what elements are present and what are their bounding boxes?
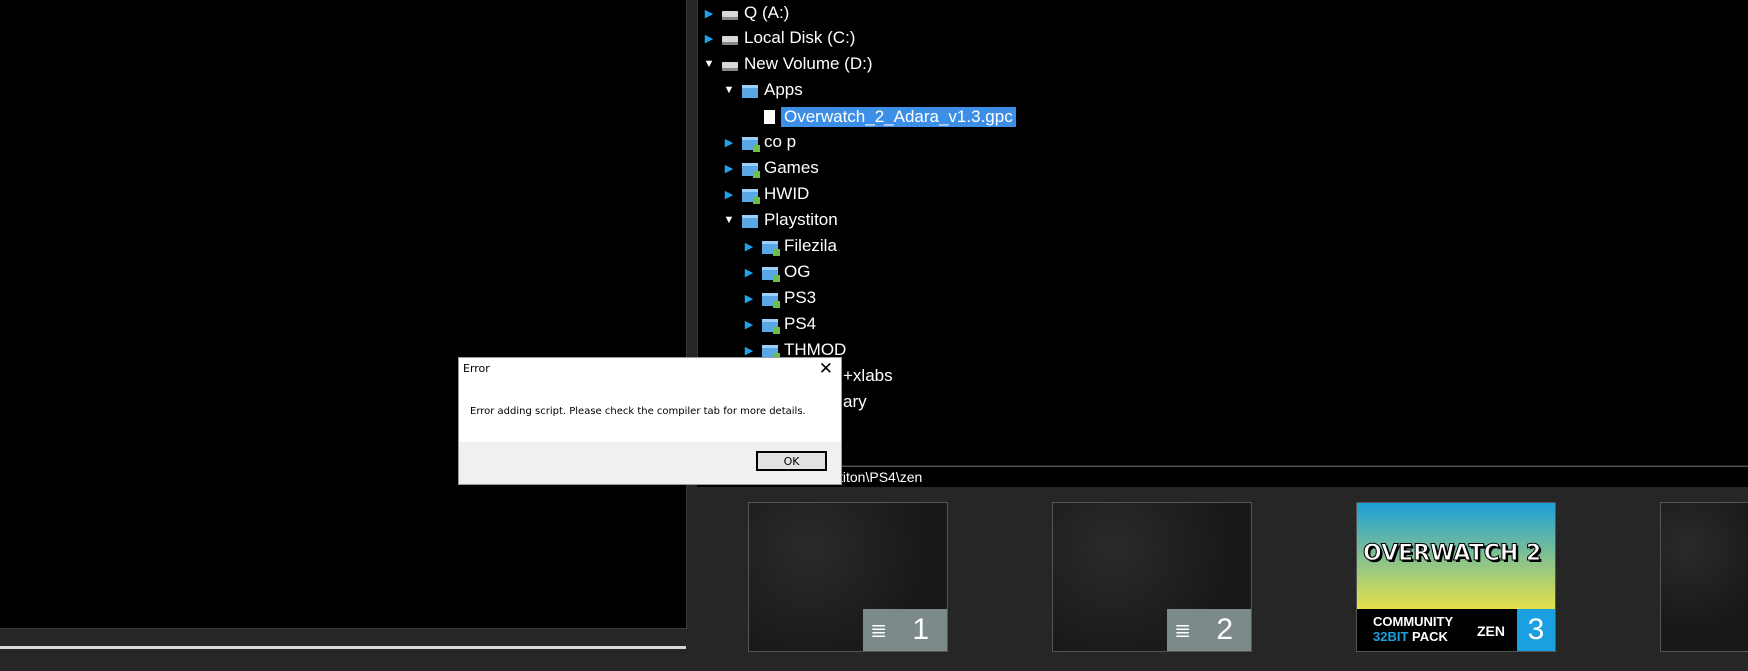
horizontal-scrollbar[interactable]: [0, 646, 686, 649]
error-message: Error adding script. Please check the co…: [470, 406, 806, 417]
tree-folder-label: Filezila: [784, 236, 837, 255]
tree-folder-library[interactable]: ary: [843, 390, 867, 414]
expand-arrow-icon[interactable]: ▶: [742, 318, 756, 331]
pack-label-text: PACK: [1412, 629, 1448, 644]
path-text: stiton\PS4\zen: [832, 469, 923, 485]
tree-folder-playstiton[interactable]: ▼ Playstiton: [722, 208, 838, 232]
overwatch-cover-art: OVERWATCH 2: [1357, 503, 1555, 609]
slot-3[interactable]: OVERWATCH 2 COMMUNITY 32BIT PACK ZEN 3: [1356, 502, 1556, 652]
pack-bit-label: 32BIT: [1373, 629, 1409, 644]
tree-drive-d[interactable]: ▼ New Volume (D:): [702, 52, 873, 76]
expand-arrow-icon[interactable]: ▶: [702, 32, 716, 45]
zen-logo: ZEN: [1477, 623, 1505, 639]
collapse-arrow-icon[interactable]: ▼: [722, 84, 736, 96]
folder-icon: [742, 188, 760, 204]
tree-drive-label: New Volume (D:): [744, 54, 873, 73]
tree-folder-ps3[interactable]: ▶ PS3: [742, 286, 816, 310]
slot-number: 2: [1216, 613, 1234, 646]
tree-folder-label: ary: [843, 392, 867, 411]
script-lines-icon: ≣: [1174, 619, 1192, 642]
expand-arrow-icon[interactable]: ▶: [742, 266, 756, 279]
expand-arrow-icon[interactable]: ▶: [702, 7, 716, 20]
pack-label: COMMUNITY 32BIT PACK: [1373, 614, 1453, 644]
dialog-footer: OK: [459, 442, 841, 484]
slot-2[interactable]: ≣ 2: [1052, 502, 1252, 652]
folder-icon: [762, 240, 780, 256]
tree-folder-label: +xlabs: [843, 366, 893, 385]
tree-file-selected[interactable]: Overwatch_2_Adara_v1.3.gpc: [762, 105, 1016, 129]
folder-icon: [762, 292, 780, 308]
tree-drive-c[interactable]: ▶ Local Disk (C:): [702, 26, 856, 50]
expand-arrow-icon[interactable]: ▶: [742, 344, 756, 357]
folder-icon: [762, 318, 780, 334]
tree-folder-games[interactable]: ▶ Games: [722, 156, 819, 180]
tree-folder-label: Apps: [764, 80, 803, 99]
path-bar: stiton\PS4\zen: [697, 466, 1748, 487]
script-lines-icon: ≣: [870, 619, 888, 642]
drive-icon: [722, 62, 738, 71]
folder-icon: [742, 214, 758, 228]
cover-title: OVERWATCH 2: [1362, 541, 1542, 567]
slot-number: 3: [1517, 609, 1555, 651]
folder-icon: [762, 266, 780, 282]
expand-arrow-icon[interactable]: ▶: [742, 292, 756, 305]
collapse-arrow-icon[interactable]: ▼: [722, 214, 736, 226]
file-tree[interactable]: ▶ Q (A:) ▶ Local Disk (C:) ▼ New Volume …: [697, 0, 1748, 465]
dialog-title: Error: [463, 362, 490, 375]
error-dialog: Error ✕ Error adding script. Please chec…: [458, 357, 842, 485]
tree-folder-label: Playstiton: [764, 210, 838, 229]
tree-folder-co-p[interactable]: ▶ co p: [722, 130, 796, 154]
tree-file-label: Overwatch_2_Adara_v1.3.gpc: [781, 107, 1016, 127]
expand-arrow-icon[interactable]: ▶: [722, 162, 736, 175]
folder-icon: [762, 344, 780, 360]
tree-folder-apps[interactable]: ▼ Apps: [722, 78, 803, 102]
collapse-arrow-icon[interactable]: ▼: [702, 58, 716, 70]
tree-folder-label: Games: [764, 158, 819, 177]
slot-number-badge: ≣ 1: [863, 609, 947, 651]
slot-1[interactable]: ≣ 1: [748, 502, 948, 652]
tree-folder-ps4[interactable]: ▶ PS4: [742, 312, 816, 336]
drive-icon: [722, 11, 738, 20]
expand-arrow-icon[interactable]: ▶: [742, 240, 756, 253]
tree-folder-hwid[interactable]: ▶ HWID: [722, 182, 809, 206]
script-editor-pane[interactable]: [0, 0, 687, 629]
close-icon[interactable]: ✕: [819, 359, 833, 379]
tree-folder-label: PS4: [784, 314, 817, 333]
slot-number: 1: [912, 613, 930, 646]
tree-drive-label: Local Disk (C:): [744, 28, 856, 47]
tree-folder-label: OG: [784, 262, 811, 281]
file-icon: [764, 110, 775, 124]
tree-drive-label: Q (A:): [744, 3, 790, 22]
slot-number-badge: ≣ 2: [1167, 609, 1251, 651]
folder-icon: [742, 84, 758, 98]
folder-icon: [742, 162, 760, 178]
tree-folder-og[interactable]: ▶ OG: [742, 260, 810, 284]
expand-arrow-icon[interactable]: ▶: [722, 136, 736, 149]
slot-4[interactable]: [1660, 502, 1748, 652]
drive-icon: [722, 36, 738, 45]
tree-folder-label: co p: [764, 132, 797, 151]
community-label: COMMUNITY: [1373, 614, 1454, 629]
tree-drive-a[interactable]: ▶ Q (A:): [702, 1, 790, 25]
tree-folder-filezila[interactable]: ▶ Filezila: [742, 234, 837, 258]
folder-icon: [742, 136, 760, 152]
tree-folder-label: PS3: [784, 288, 817, 307]
tree-folder-label: HWID: [764, 184, 810, 203]
ok-button[interactable]: OK: [756, 451, 827, 471]
expand-arrow-icon[interactable]: ▶: [722, 188, 736, 201]
tree-folder-xlabs[interactable]: +xlabs: [843, 364, 893, 388]
slot-info-bar: COMMUNITY 32BIT PACK ZEN 3: [1357, 609, 1555, 651]
